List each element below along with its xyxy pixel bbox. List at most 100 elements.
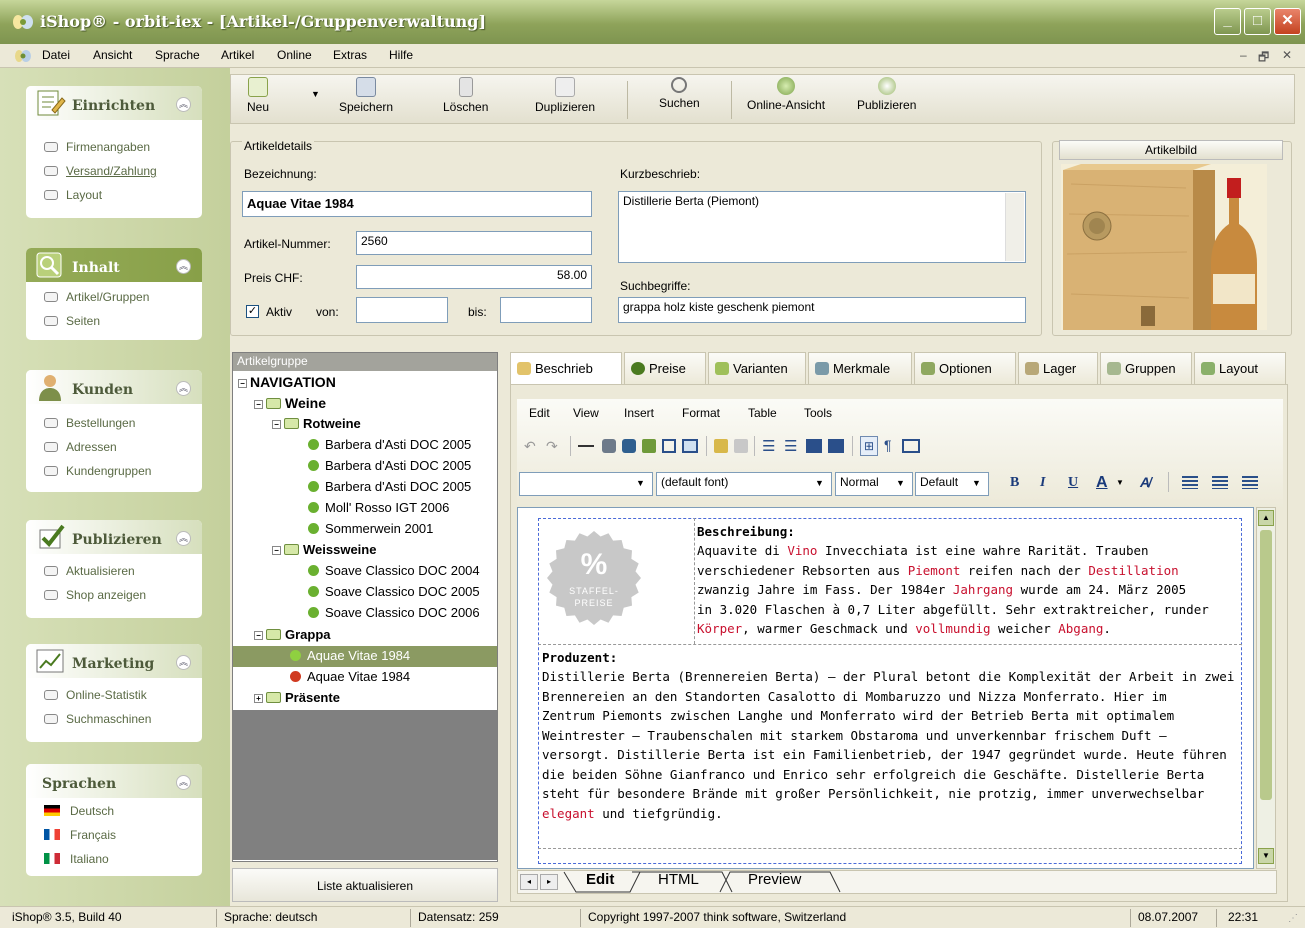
sidebar-item-artikel-gruppen[interactable]: Artikel/Gruppen (44, 290, 149, 304)
inline-link[interactable]: vollmundig (915, 621, 990, 636)
tab-scroll-left-icon[interactable]: ◂ (520, 874, 538, 890)
tab-optionen[interactable]: Optionen (914, 352, 1016, 384)
collapse-icon[interactable]: − (238, 379, 247, 388)
chevron-down-icon[interactable]: ▼ (1116, 478, 1124, 487)
menu-extras[interactable]: Extras (333, 48, 367, 62)
editor-menu-table[interactable]: Table (748, 406, 777, 420)
tree-leaf[interactable]: Barbera d'Asti DOC 2005 (308, 437, 471, 452)
publish-button[interactable]: Publizieren (857, 77, 916, 112)
product-image[interactable] (1061, 164, 1267, 330)
chevron-down-icon[interactable]: ▼ (896, 478, 905, 488)
suchbegriffe-input[interactable]: grappa holz kiste geschenk piemont (618, 297, 1026, 323)
italic-button[interactable]: I (1040, 475, 1045, 491)
language-italiano[interactable]: Italiano (44, 852, 109, 866)
panel-marketing-header[interactable]: Marketing ︽ (26, 644, 202, 678)
tab-merkmale[interactable]: Merkmale (808, 352, 912, 384)
tree-node-praesente[interactable]: + Präsente (254, 690, 340, 705)
sidebar-item-shop-anzeigen[interactable]: Shop anzeigen (44, 588, 146, 602)
tree-leaf[interactable]: Soave Classico DOC 2005 (308, 584, 480, 599)
collapse-chevron-icon[interactable]: ︽ (176, 531, 191, 546)
mdi-restore-button[interactable]: 🗗 (1258, 48, 1269, 69)
tree-leaf[interactable]: Sommerwein 2001 (308, 521, 433, 536)
chevron-down-icon[interactable]: ▼ (815, 478, 824, 488)
tree-leaf[interactable]: Aquae Vitae 1984 (290, 669, 410, 684)
tree-node-rotweine[interactable]: − Rotweine (272, 416, 361, 431)
editor-vertical-scrollbar[interactable]: ▲ ▼ (1256, 507, 1276, 869)
editor-menu-format[interactable]: Format (682, 406, 720, 420)
tree-leaf[interactable]: Barbera d'Asti DOC 2005 (308, 479, 471, 494)
delete-button[interactable]: Löschen (443, 77, 488, 114)
sidebar-item-versand-zahlung[interactable]: Versand/Zahlung (44, 164, 157, 178)
editor-menu-view[interactable]: View (573, 406, 599, 420)
menu-ansicht[interactable]: Ansicht (93, 48, 132, 62)
pilcrow-icon[interactable]: ¶ (884, 437, 892, 453)
language-deutsch[interactable]: Deutsch (44, 804, 114, 818)
font-select[interactable]: (default font) (656, 472, 832, 496)
menu-online[interactable]: Online (277, 48, 312, 62)
tab-gruppen[interactable]: Gruppen (1100, 352, 1192, 384)
eraser-icon[interactable] (734, 439, 748, 453)
bold-button[interactable]: B (1010, 475, 1019, 491)
sidebar-item-bestellungen[interactable]: Bestellungen (44, 416, 135, 430)
tree-leaf[interactable]: Soave Classico DOC 2006 (308, 605, 480, 620)
underline-button[interactable]: U (1068, 475, 1078, 491)
collapse-icon[interactable]: − (272, 546, 281, 555)
duplicate-button[interactable]: Duplizieren (535, 77, 595, 114)
font-color-button[interactable]: A (1096, 474, 1108, 492)
bezeichnung-input[interactable]: Aquae Vitae 1984 (242, 191, 592, 217)
outdent-icon[interactable] (806, 439, 822, 453)
kurzbeschrieb-textarea[interactable]: Distillerie Berta (Piemont) (618, 191, 1026, 263)
tab-scroll-right-icon[interactable]: ▸ (540, 874, 558, 890)
inline-link[interactable]: Körper (697, 621, 742, 636)
menu-artikel[interactable]: Artikel (221, 48, 254, 62)
menu-datei[interactable]: Datei (42, 48, 70, 62)
show-borders-icon[interactable]: ⊞ (860, 436, 878, 456)
panel-kunden-header[interactable]: Kunden ︽ (26, 370, 202, 404)
aktiv-checkbox[interactable]: ✓ (246, 305, 259, 318)
tree-node-weine[interactable]: − Weine (254, 395, 326, 411)
table-icon[interactable] (662, 439, 676, 453)
chevron-down-icon[interactable]: ▼ (636, 478, 645, 488)
inline-link[interactable]: elegant (542, 806, 595, 821)
new-dropdown-icon[interactable]: ▼ (311, 89, 320, 99)
tab-beschrieb[interactable]: Beschrieb (510, 352, 622, 386)
resize-grip-icon[interactable]: ⋰ (1288, 913, 1298, 924)
tree-node-grappa[interactable]: − Grappa (254, 627, 331, 642)
refresh-list-button[interactable]: Liste aktualisieren (232, 868, 498, 902)
sidebar-item-layout[interactable]: Layout (44, 188, 102, 202)
tab-varianten[interactable]: Varianten (708, 352, 806, 384)
mdi-close-button[interactable]: ✕ (1282, 48, 1292, 62)
tab-preise[interactable]: Preise (624, 352, 706, 384)
tab-layout[interactable]: Layout (1194, 352, 1286, 384)
scroll-thumb[interactable] (1260, 530, 1272, 800)
search-button[interactable]: Suchen (659, 77, 700, 110)
align-center-icon[interactable] (1212, 476, 1228, 489)
spellcheck-icon[interactable] (714, 439, 728, 453)
tree-leaf-selected[interactable]: Aquae Vitae 1984 (290, 648, 410, 663)
collapse-icon[interactable]: − (254, 631, 263, 640)
collapse-icon[interactable]: − (254, 400, 263, 409)
bis-input[interactable] (500, 297, 592, 323)
highlight-icon[interactable]: A̸ (1140, 474, 1150, 490)
language-francais[interactable]: Français (44, 828, 116, 842)
image-icon[interactable] (642, 439, 656, 453)
tab-lager[interactable]: Lager (1018, 352, 1098, 384)
inline-link[interactable]: Piemont (908, 563, 961, 578)
scroll-up-icon[interactable]: ▲ (1258, 510, 1274, 526)
bullet-list-icon[interactable]: ☰ (784, 437, 797, 455)
sidebar-item-seiten[interactable]: Seiten (44, 314, 100, 328)
inline-link[interactable]: Destillation (1088, 563, 1178, 578)
von-input[interactable] (356, 297, 448, 323)
online-view-button[interactable]: Online-Ansicht (747, 77, 825, 112)
tree-node-weissweine[interactable]: − Weissweine (272, 542, 376, 557)
close-button[interactable]: ✕ (1274, 8, 1301, 35)
maximize-button[interactable]: □ (1244, 8, 1271, 35)
kurzbeschrieb-scrollbar[interactable] (1005, 193, 1024, 261)
tree-leaf[interactable]: Barbera d'Asti DOC 2005 (308, 458, 471, 473)
chevron-down-icon[interactable]: ▼ (972, 478, 981, 488)
inline-link[interactable]: Jahrgang (953, 582, 1013, 597)
panel-einrichten-header[interactable]: Einrichten ︽ (26, 86, 202, 120)
panel-sprachen-header[interactable]: Sprachen ︽ (26, 764, 202, 798)
align-right-icon[interactable] (1242, 476, 1258, 489)
inline-link[interactable]: Vino (787, 543, 817, 558)
